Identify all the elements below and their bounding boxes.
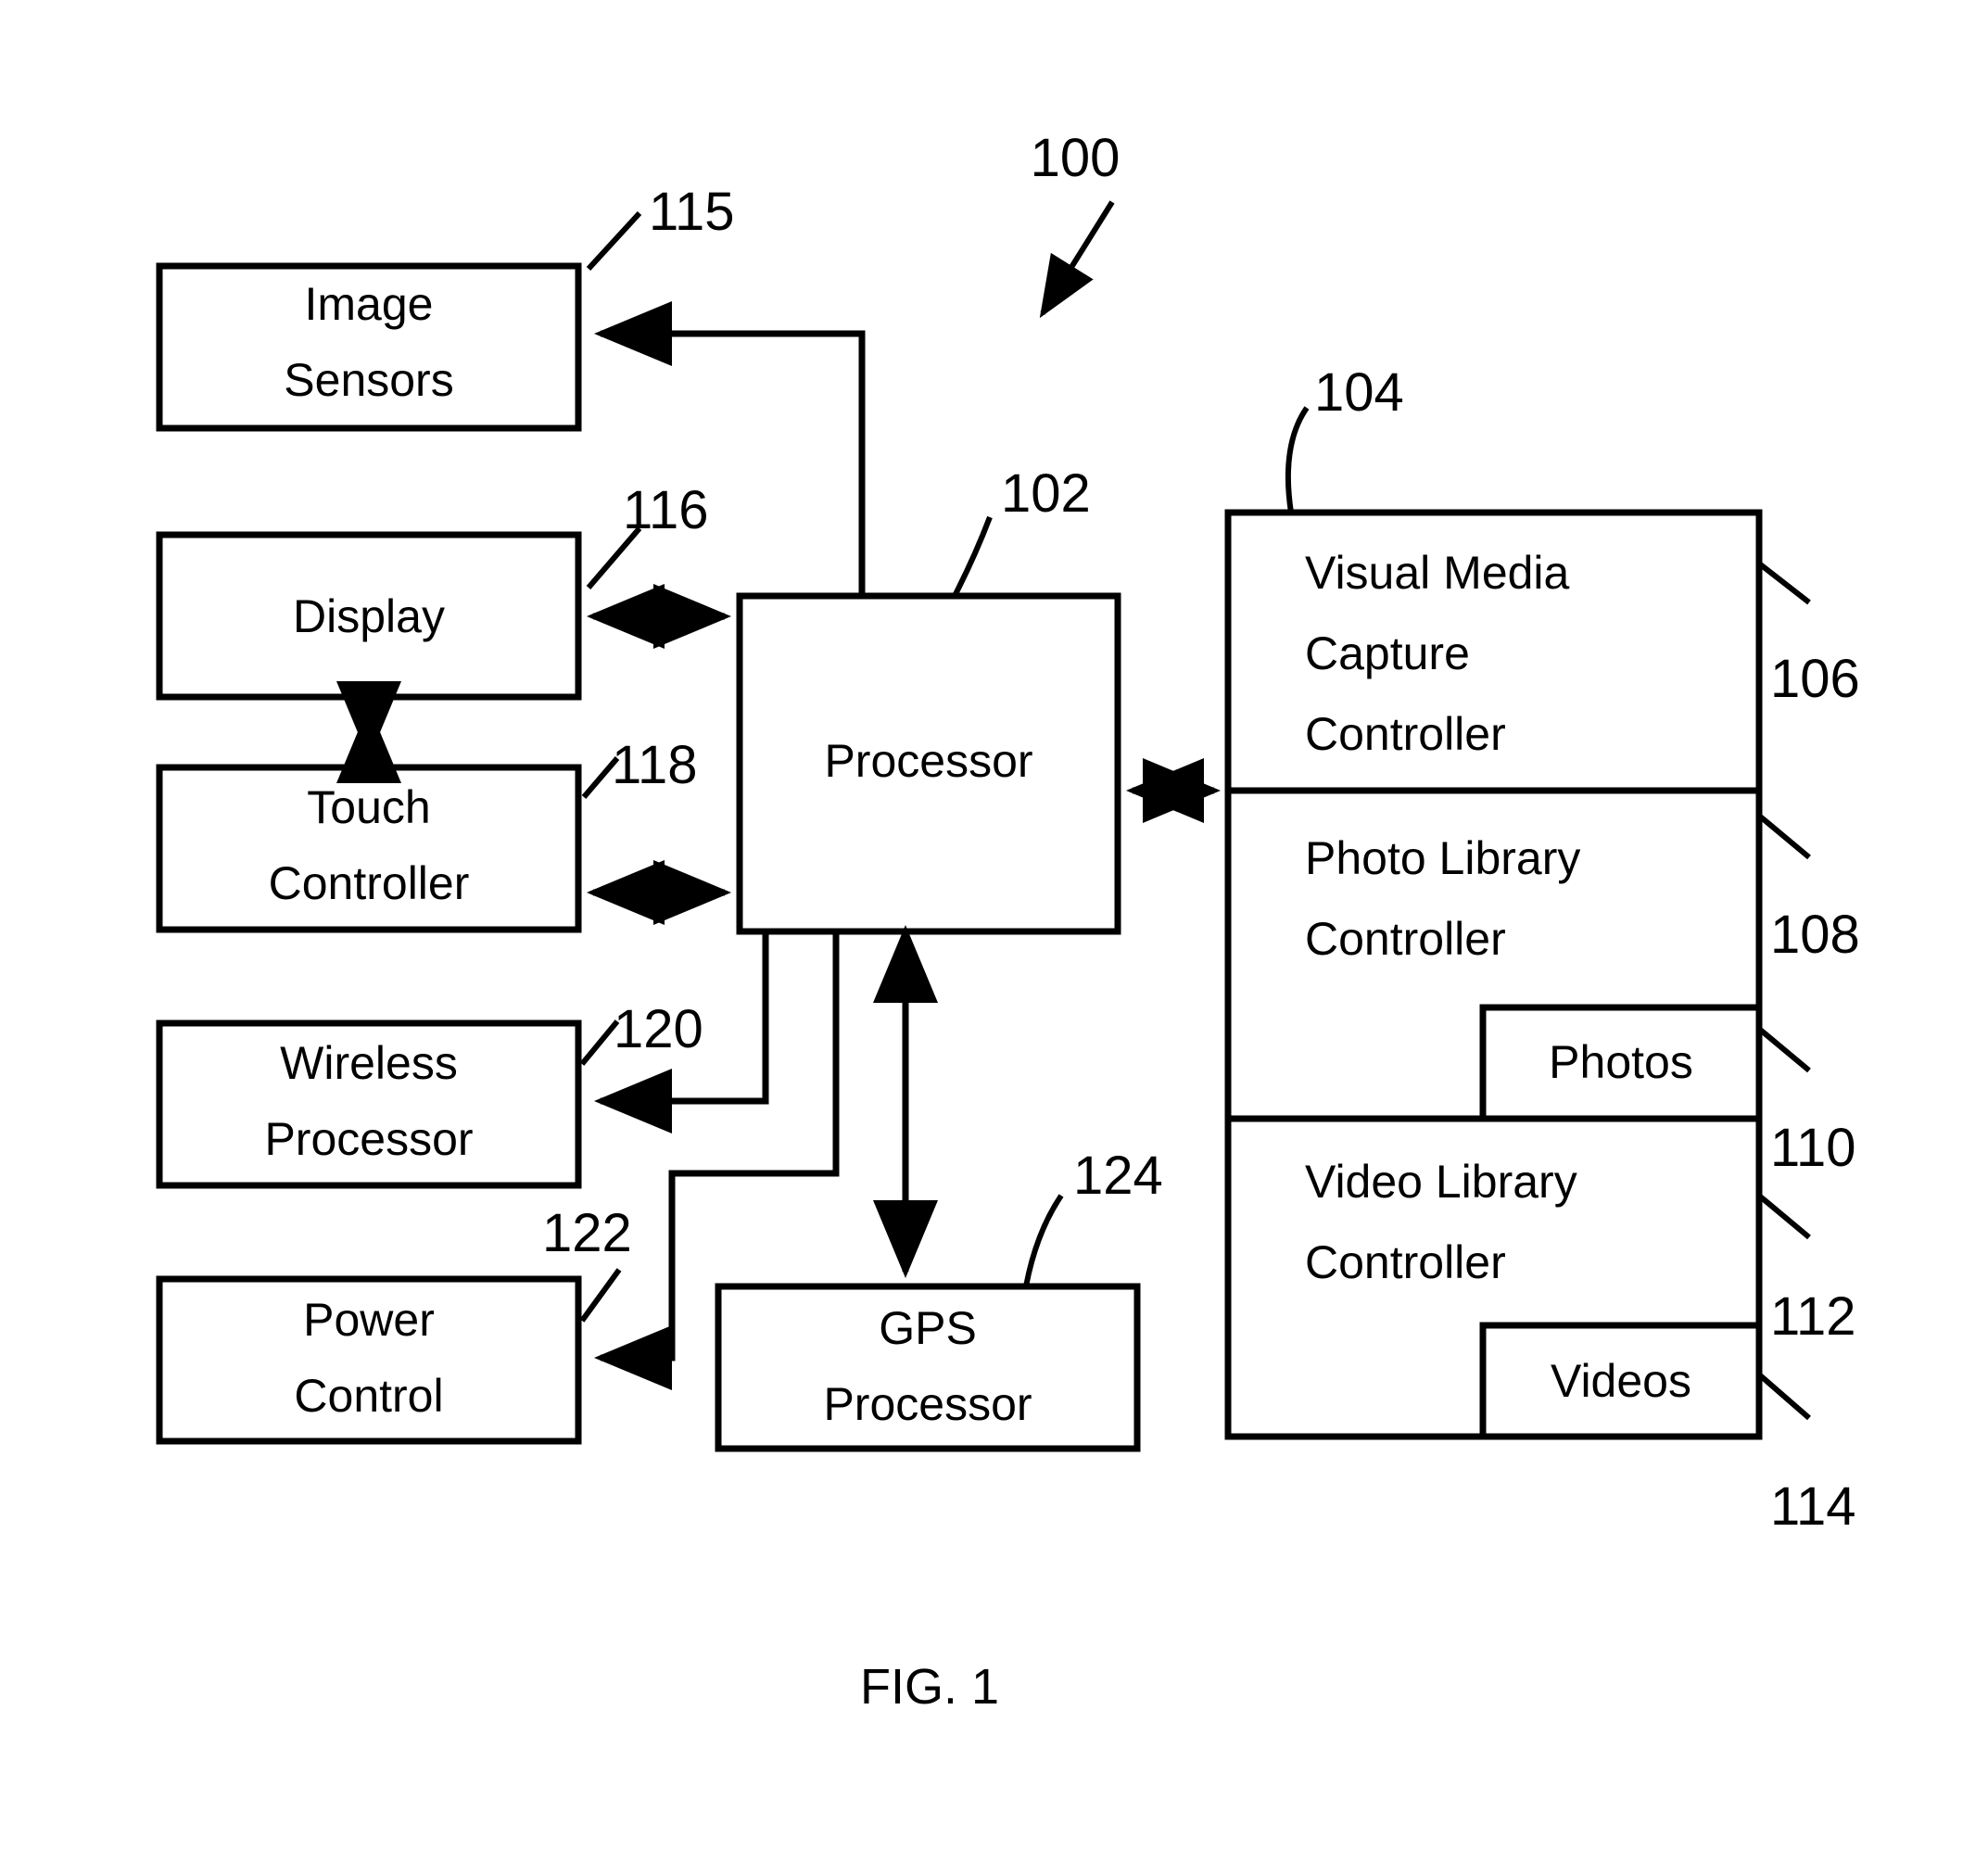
block-photos: Photos bbox=[1479, 1004, 1763, 1122]
ref-label-120: 120 bbox=[614, 999, 703, 1059]
ref-label-106: 106 bbox=[1770, 649, 1860, 709]
block-processor-label: Processor bbox=[824, 735, 1032, 787]
block-gps-processor-label-line1: GPS bbox=[879, 1302, 977, 1354]
patent-figure-1: 100 Image Sensors 115 Display 116 Touch … bbox=[0, 0, 1988, 1849]
block-image-sensors-label-line1: Image bbox=[305, 278, 434, 330]
ref-label-114: 114 bbox=[1770, 1476, 1855, 1537]
block-video-library-label-line1: Video Library bbox=[1305, 1156, 1577, 1208]
block-processor: Processor bbox=[736, 592, 1121, 935]
block-image-sensors: Image Sensors bbox=[156, 262, 582, 432]
ref-label-118: 118 bbox=[612, 735, 697, 795]
ref-leader-106 bbox=[1757, 561, 1811, 605]
ref-leader-114 bbox=[1757, 1372, 1811, 1421]
block-power-control-label-line2: Control bbox=[294, 1370, 443, 1422]
block-touch-controller: Touch Controller bbox=[156, 764, 582, 933]
block-wireless-processor-label-line2: Processor bbox=[264, 1113, 473, 1165]
ref-leader-108 bbox=[1757, 813, 1811, 860]
conn-processor-to-image-sensors bbox=[594, 301, 866, 596]
ref-leader-102 bbox=[952, 515, 993, 598]
ref-leader-112 bbox=[1757, 1193, 1811, 1240]
ref-label-100: 100 bbox=[1031, 128, 1121, 188]
block-video-library-label-line2: Controller bbox=[1305, 1236, 1506, 1288]
ref-leader-124 bbox=[1023, 1194, 1064, 1287]
block-power-control: Power Control bbox=[156, 1275, 582, 1445]
figure-caption: FIG. 1 bbox=[860, 1659, 999, 1715]
block-power-control-label-line1: Power bbox=[303, 1294, 435, 1346]
block-touch-controller-label-line1: Touch bbox=[307, 781, 430, 833]
ref-label-110: 110 bbox=[1770, 1118, 1855, 1178]
block-display-label: Display bbox=[293, 590, 445, 642]
block-display: Display bbox=[156, 531, 582, 701]
ref-label-112: 112 bbox=[1770, 1286, 1855, 1347]
block-photo-library-label-line2: Controller bbox=[1305, 913, 1506, 965]
block-visual-media-label-line2: Capture bbox=[1305, 627, 1470, 679]
block-diagram-canvas: 100 Image Sensors 115 Display 116 Touch … bbox=[156, 128, 1860, 1715]
block-visual-media-label-line1: Visual Media bbox=[1305, 547, 1570, 599]
block-touch-controller-label-line2: Controller bbox=[269, 857, 470, 909]
block-photo-library-label-line1: Photo Library bbox=[1305, 832, 1580, 884]
system-ref-leader bbox=[1039, 200, 1115, 319]
ref-label-122: 122 bbox=[542, 1203, 632, 1263]
ref-leader-122 bbox=[579, 1268, 622, 1323]
ref-leader-104 bbox=[1285, 406, 1310, 513]
ref-label-104: 104 bbox=[1314, 362, 1404, 423]
block-wireless-processor-label-line1: Wireless bbox=[280, 1037, 458, 1089]
ref-label-115: 115 bbox=[649, 182, 734, 242]
ref-label-116: 116 bbox=[623, 480, 708, 540]
block-gps-processor: GPS Processor bbox=[715, 1283, 1141, 1452]
block-gps-processor-label-line2: Processor bbox=[823, 1378, 1032, 1430]
ref-leader-110 bbox=[1757, 1026, 1811, 1073]
block-image-sensors-label-line2: Sensors bbox=[284, 354, 453, 406]
block-visual-media-label-line3: Controller bbox=[1305, 708, 1506, 760]
ref-label-108: 108 bbox=[1770, 905, 1860, 965]
ref-leader-120 bbox=[579, 1019, 620, 1066]
block-photos-label: Photos bbox=[1549, 1036, 1693, 1088]
ref-label-102: 102 bbox=[1001, 463, 1091, 524]
block-wireless-processor: Wireless Processor bbox=[156, 1019, 582, 1189]
ref-leader-115 bbox=[586, 210, 642, 272]
block-videos: Videos bbox=[1479, 1322, 1763, 1440]
block-videos-label: Videos bbox=[1551, 1355, 1691, 1407]
ref-label-124: 124 bbox=[1073, 1146, 1163, 1206]
